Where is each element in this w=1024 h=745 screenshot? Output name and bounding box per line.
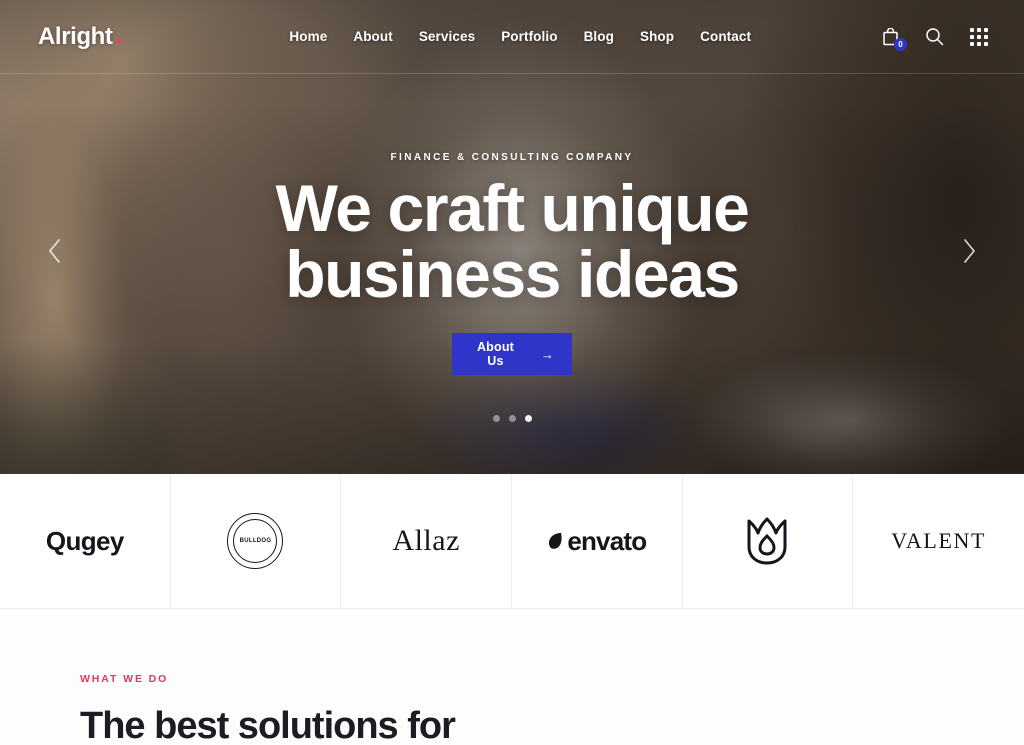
shopping-bag-icon[interactable]: 0	[880, 26, 907, 51]
about-us-button[interactable]: About Us →	[452, 333, 572, 375]
client-logo-bulldog[interactable]: BULLDOG	[171, 474, 342, 608]
client-logo-allaz[interactable]: Allaz	[341, 474, 512, 608]
client-logo-qugey[interactable]: Qugey	[0, 474, 171, 608]
search-icon[interactable]	[924, 26, 946, 48]
cart-count-badge: 0	[893, 37, 907, 51]
what-we-do-section: WHAT WE DO The best solutions for	[0, 609, 1024, 745]
hero-content: FINANCE & CONSULTING COMPANY We craft un…	[0, 74, 1024, 474]
brand-logo[interactable]: Alright	[38, 23, 121, 51]
slider-prev-button[interactable]	[38, 234, 72, 268]
hero-slider: Alright Home About Services Portfolio Bl…	[0, 0, 1024, 474]
client-logo-envato[interactable]: envato	[512, 474, 683, 608]
client-logo-allaz-label: Allaz	[392, 524, 460, 557]
nav-item-about[interactable]: About	[353, 29, 392, 44]
site-header: Alright Home About Services Portfolio Bl…	[0, 0, 1024, 74]
hero-title-line-1: We craft unique	[275, 171, 750, 245]
client-logo-envato-label: envato	[567, 525, 647, 556]
nav-item-services[interactable]: Services	[419, 29, 475, 44]
brand-dot-icon	[115, 38, 121, 44]
main-navigation: Home About Services Portfolio Blog Shop …	[249, 29, 751, 44]
nav-item-home[interactable]: Home	[289, 29, 327, 44]
grid-menu-icon[interactable]	[968, 26, 990, 48]
nav-item-shop[interactable]: Shop	[640, 29, 674, 44]
brand-logo-text: Alright	[38, 22, 113, 50]
header-actions: 0	[880, 26, 990, 51]
nav-item-contact[interactable]: Contact	[700, 29, 751, 44]
slider-dot-2[interactable]	[508, 415, 516, 422]
nav-item-portfolio[interactable]: Portfolio	[501, 29, 557, 44]
hero-title-line-2: business ideas	[285, 237, 740, 311]
envato-leaf-icon	[549, 533, 562, 549]
about-us-button-label: About Us	[476, 340, 515, 368]
slider-dot-1[interactable]	[492, 415, 500, 422]
slider-dot-3[interactable]	[524, 415, 532, 422]
hero-eyebrow: FINANCE & CONSULTING COMPANY	[390, 152, 634, 163]
arrow-right-icon: →	[541, 346, 554, 362]
nav-item-blog[interactable]: Blog	[584, 29, 614, 44]
slider-next-button[interactable]	[952, 234, 986, 268]
client-logo-bulldog-label: BULLDOG	[239, 537, 272, 544]
client-logo-tulip-shield[interactable]	[683, 474, 854, 608]
client-logo-valent-label: VALENT	[891, 528, 987, 553]
slider-pagination	[0, 415, 1024, 422]
section-eyebrow: WHAT WE DO	[80, 673, 169, 685]
bulldog-badge-icon: BULLDOG	[227, 513, 284, 569]
client-logo-qugey-label: Qugey	[45, 525, 125, 556]
section-title: The best solutions for	[80, 705, 456, 745]
hero-title: We craft unique business ideas	[275, 171, 750, 311]
client-logo-strip: Qugey BULLDOG Allaz envato VALENT	[0, 474, 1024, 609]
client-logo-valent[interactable]: VALENT	[853, 474, 1024, 608]
tulip-shield-icon	[747, 517, 787, 565]
